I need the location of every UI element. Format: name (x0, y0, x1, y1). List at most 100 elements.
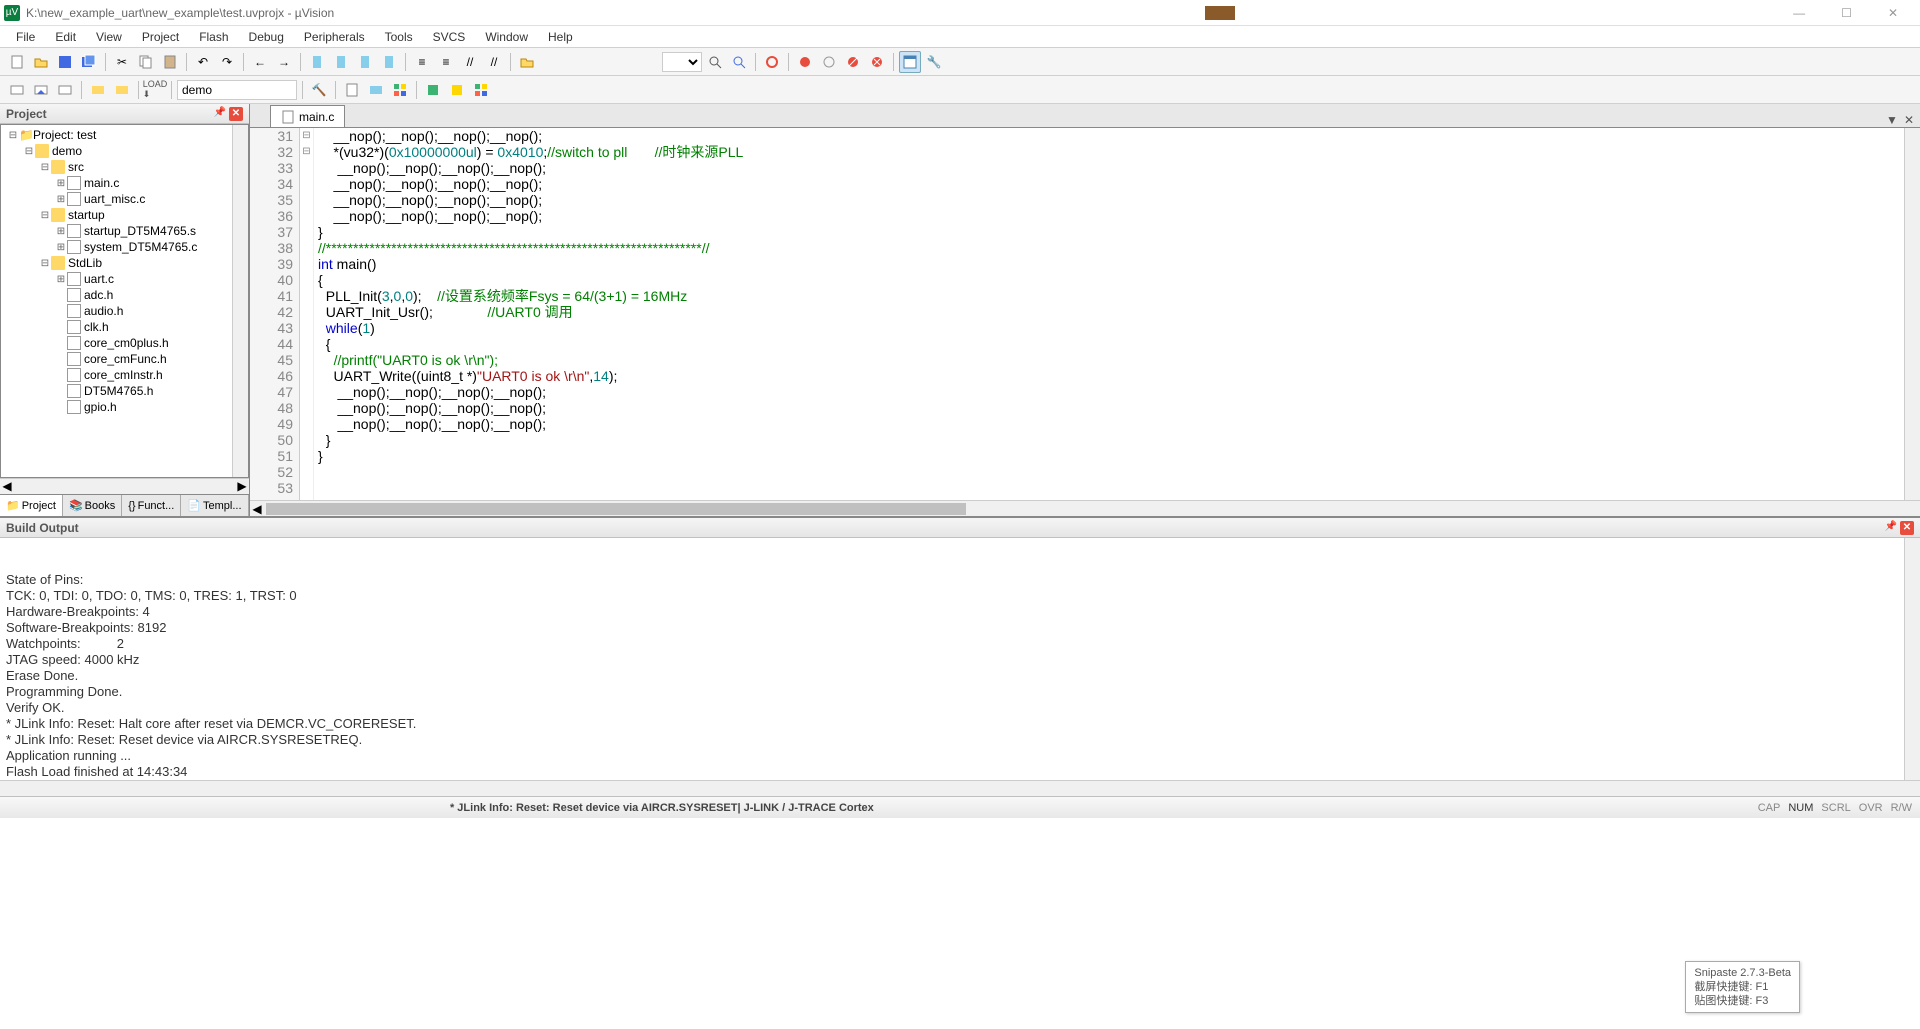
breakpoint-kill-button[interactable] (866, 51, 888, 73)
rebuild-button[interactable] (54, 79, 76, 101)
menu-flash[interactable]: Flash (191, 28, 236, 46)
comment-button[interactable]: // (459, 51, 481, 73)
tab-close-button[interactable]: ✕ (1904, 113, 1914, 127)
find-button[interactable] (704, 51, 726, 73)
indent-button[interactable]: ≡ (411, 51, 433, 73)
copy-button[interactable] (135, 51, 157, 73)
menu-tools[interactable]: Tools (377, 28, 421, 46)
menu-debug[interactable]: Debug (241, 28, 292, 46)
file-ext-button[interactable] (341, 79, 363, 101)
menu-view[interactable]: View (88, 28, 130, 46)
editor-hscrollbar[interactable]: ◀ (250, 500, 1920, 516)
tree-root[interactable]: ⊟📁 Project: test (3, 127, 246, 143)
pack-installer-button[interactable] (470, 79, 492, 101)
find-in-files-button[interactable] (516, 51, 538, 73)
tree-scroll-right[interactable]: ▶ (235, 479, 249, 494)
tab-dropdown-button[interactable]: ▼ (1886, 113, 1898, 127)
bookmark-prev-button[interactable] (330, 51, 352, 73)
menu-peripherals[interactable]: Peripherals (296, 28, 373, 46)
close-button[interactable]: ✕ (1880, 4, 1906, 22)
code-content[interactable]: __nop();__nop();__nop();__nop(); *(vu32*… (314, 128, 1920, 500)
tree-item[interactable]: ⊟src (3, 159, 246, 175)
new-file-button[interactable] (6, 51, 28, 73)
build-close-button[interactable]: ✕ (1900, 521, 1914, 535)
target-select[interactable]: demo (177, 80, 297, 100)
cut-button[interactable]: ✂ (111, 51, 133, 73)
tree-scroll-left[interactable]: ◀ (0, 479, 14, 494)
proj-tab-books[interactable]: 📚Books (63, 495, 122, 516)
menu-window[interactable]: Window (477, 28, 536, 46)
breakpoint-insert-button[interactable] (794, 51, 816, 73)
editor-area: main.c ▼ ✕ 31323334353637383940414243444… (250, 104, 1920, 516)
save-button[interactable] (54, 51, 76, 73)
tree-item[interactable]: core_cmInstr.h (3, 367, 246, 383)
find-combo[interactable] (662, 52, 702, 72)
nav-back-button[interactable]: ← (249, 51, 271, 73)
select-pack-button[interactable] (422, 79, 444, 101)
project-tree[interactable]: ⊟📁 Project: test ⊟demo⊟src⊞main.c⊞uart_m… (0, 124, 249, 478)
proj-tab-funct[interactable]: {}Funct... (122, 495, 181, 516)
tree-item[interactable]: audio.h (3, 303, 246, 319)
nav-fwd-button[interactable]: → (273, 51, 295, 73)
debug-button[interactable] (761, 51, 783, 73)
tree-item[interactable]: ⊞startup_DT5M4765.s (3, 223, 246, 239)
target-options-button[interactable]: 🔨 (308, 79, 330, 101)
tree-item[interactable]: clk.h (3, 319, 246, 335)
menu-help[interactable]: Help (540, 28, 581, 46)
tree-item[interactable]: ⊞main.c (3, 175, 246, 191)
paste-button[interactable] (159, 51, 181, 73)
breakpoint-disable-button[interactable] (842, 51, 864, 73)
configure-button[interactable]: 🔧 (923, 51, 945, 73)
tree-item[interactable]: core_cm0plus.h (3, 335, 246, 351)
tree-item[interactable]: ⊞uart_misc.c (3, 191, 246, 207)
code-editor[interactable]: 3132333435363738394041424344454647484950… (250, 128, 1920, 500)
build-vscrollbar[interactable] (1904, 538, 1920, 780)
tree-item[interactable]: gpio.h (3, 399, 246, 415)
uncomment-button[interactable]: // (483, 51, 505, 73)
redo-button[interactable]: ↷ (216, 51, 238, 73)
menu-edit[interactable]: Edit (47, 28, 84, 46)
project-close-button[interactable]: ✕ (229, 107, 243, 121)
tree-item[interactable]: ⊟demo (3, 143, 246, 159)
menu-svcs[interactable]: SVCS (425, 28, 474, 46)
tree-item[interactable]: ⊞uart.c (3, 271, 246, 287)
maximize-button[interactable]: ☐ (1833, 4, 1860, 22)
tree-item[interactable]: ⊞system_DT5M4765.c (3, 239, 246, 255)
build-hscrollbar[interactable] (0, 780, 1920, 796)
bookmark-button[interactable] (306, 51, 328, 73)
proj-tab-project[interactable]: 📁Project (0, 495, 63, 516)
window-layout-button[interactable] (899, 51, 921, 73)
batch-build-button[interactable] (87, 79, 109, 101)
fold-column[interactable]: ⊟⊟ (300, 128, 314, 500)
breakpoint-enable-button[interactable] (818, 51, 840, 73)
manage-button[interactable] (365, 79, 387, 101)
tree-item[interactable]: DT5M4765.h (3, 383, 246, 399)
project-pin-button[interactable]: 📌 (213, 107, 227, 121)
tree-item[interactable]: core_cmFunc.h (3, 351, 246, 367)
bookmark-clear-button[interactable] (378, 51, 400, 73)
tree-item[interactable]: ⊟startup (3, 207, 246, 223)
save-all-button[interactable] (78, 51, 100, 73)
tree-item[interactable]: ⊟StdLib (3, 255, 246, 271)
outdent-button[interactable]: ≡ (435, 51, 457, 73)
download-button[interactable]: LOAD⬇ (144, 79, 166, 101)
tree-item[interactable]: adc.h (3, 287, 246, 303)
install-pack-button[interactable] (446, 79, 468, 101)
bookmark-next-button[interactable] (354, 51, 376, 73)
menu-file[interactable]: File (8, 28, 43, 46)
file-tab-main-c[interactable]: main.c (270, 105, 345, 127)
translate-button[interactable] (6, 79, 28, 101)
undo-button[interactable]: ↶ (192, 51, 214, 73)
editor-vscrollbar[interactable] (1904, 128, 1920, 500)
menu-project[interactable]: Project (134, 28, 187, 46)
build-output-body[interactable]: State of Pins:TCK: 0, TDI: 0, TDO: 0, TM… (0, 538, 1920, 780)
minimize-button[interactable]: — (1785, 4, 1813, 22)
incremental-find-button[interactable] (728, 51, 750, 73)
open-button[interactable] (30, 51, 52, 73)
tree-scrollbar[interactable] (232, 125, 248, 477)
stop-build-button[interactable] (111, 79, 133, 101)
manage-rte-button[interactable] (389, 79, 411, 101)
build-button[interactable] (30, 79, 52, 101)
proj-tab-templ[interactable]: 📄Templ... (181, 495, 248, 516)
build-pin-button[interactable]: 📌 (1884, 521, 1898, 535)
